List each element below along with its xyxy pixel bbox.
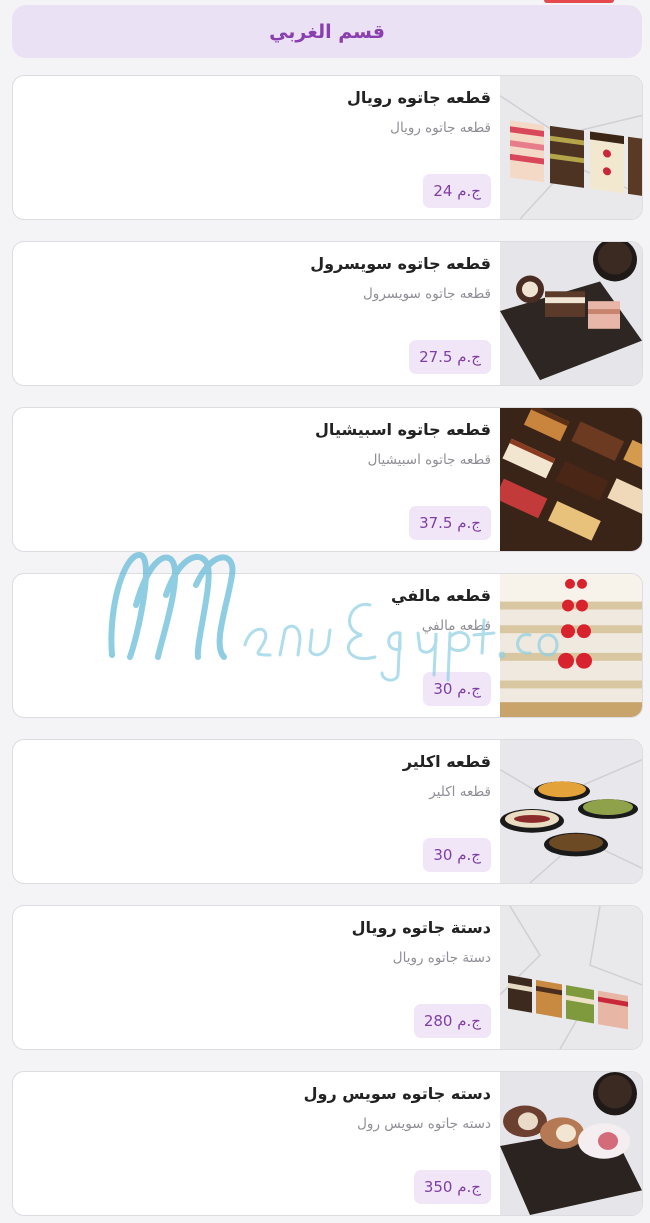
menu-item-card[interactable]: قطعه اكلير قطعه اكلير 30 ج.م (12, 739, 643, 884)
menu-item-title: قطعه مالفي (391, 586, 491, 605)
menu-item-price: 350 ج.م (413, 1170, 491, 1204)
menu-item-price: 24 ج.م (423, 174, 491, 208)
menu-item-image[interactable] (500, 906, 642, 1049)
menu-item-price: 37.5 ج.م (409, 506, 491, 540)
top-accent-bar (544, 0, 614, 3)
menu-item-title: قطعه جاتوه رويال (346, 88, 491, 107)
section-title: قسم الغربي (269, 20, 385, 43)
menu-item-description: دسته جاتوه سويس رول (357, 1116, 491, 1132)
menu-item-card[interactable]: قطعه مالفي قطعه مالفي 30 ج.م (12, 573, 643, 718)
menu-item-card[interactable]: قطعه جاتوه سويسرول قطعه جاتوه سويسرول 27… (12, 241, 643, 386)
menu-item-image[interactable] (500, 574, 642, 717)
menu-item-price: 30 ج.م (423, 838, 491, 872)
menu-item-title: دسته جاتوه سويس رول (303, 1084, 491, 1103)
menu-item-title: قطعه جاتوه اسبيشيال (315, 420, 491, 439)
menu-item-list: قطعه جاتوه رويال قطعه جاتوه رويال 24 ج.م… (12, 75, 643, 1223)
menu-item-description: قطعه مالفي (421, 618, 491, 634)
menu-item-card[interactable]: قطعه جاتوه اسبيشيال قطعه جاتوه اسبيشيال … (12, 407, 643, 552)
menu-item-price: 30 ج.م (423, 672, 491, 706)
menu-item-image[interactable] (500, 242, 642, 385)
menu-item-description: قطعه اكلير (429, 784, 491, 800)
menu-item-price: 280 ج.م (413, 1004, 491, 1038)
menu-item-description: قطعه جاتوه سويسرول (363, 286, 491, 302)
menu-item-card[interactable]: قطعه جاتوه رويال قطعه جاتوه رويال 24 ج.م (12, 75, 643, 220)
menu-item-image[interactable] (500, 1072, 642, 1215)
menu-item-price: 27.5 ج.م (409, 340, 491, 374)
menu-item-title: قطعه اكلير (402, 752, 491, 771)
menu-item-image[interactable] (500, 740, 642, 883)
menu-item-card[interactable]: دسته جاتوه سويس رول دسته جاتوه سويس رول … (12, 1071, 643, 1216)
menu-item-title: قطعه جاتوه سويسرول (310, 254, 491, 273)
menu-item-description: قطعه جاتوه رويال (390, 120, 491, 136)
menu-item-image[interactable] (500, 408, 642, 551)
section-header: قسم الغربي (12, 5, 642, 58)
menu-item-card[interactable]: دستة جاتوه رويال دستة جاتوه رويال 280 ج.… (12, 905, 643, 1050)
menu-item-title: دستة جاتوه رويال (351, 918, 491, 937)
menu-item-description: دستة جاتوه رويال (392, 950, 491, 966)
menu-item-image[interactable] (500, 76, 642, 219)
menu-item-description: قطعه جاتوه اسبيشيال (367, 452, 491, 468)
